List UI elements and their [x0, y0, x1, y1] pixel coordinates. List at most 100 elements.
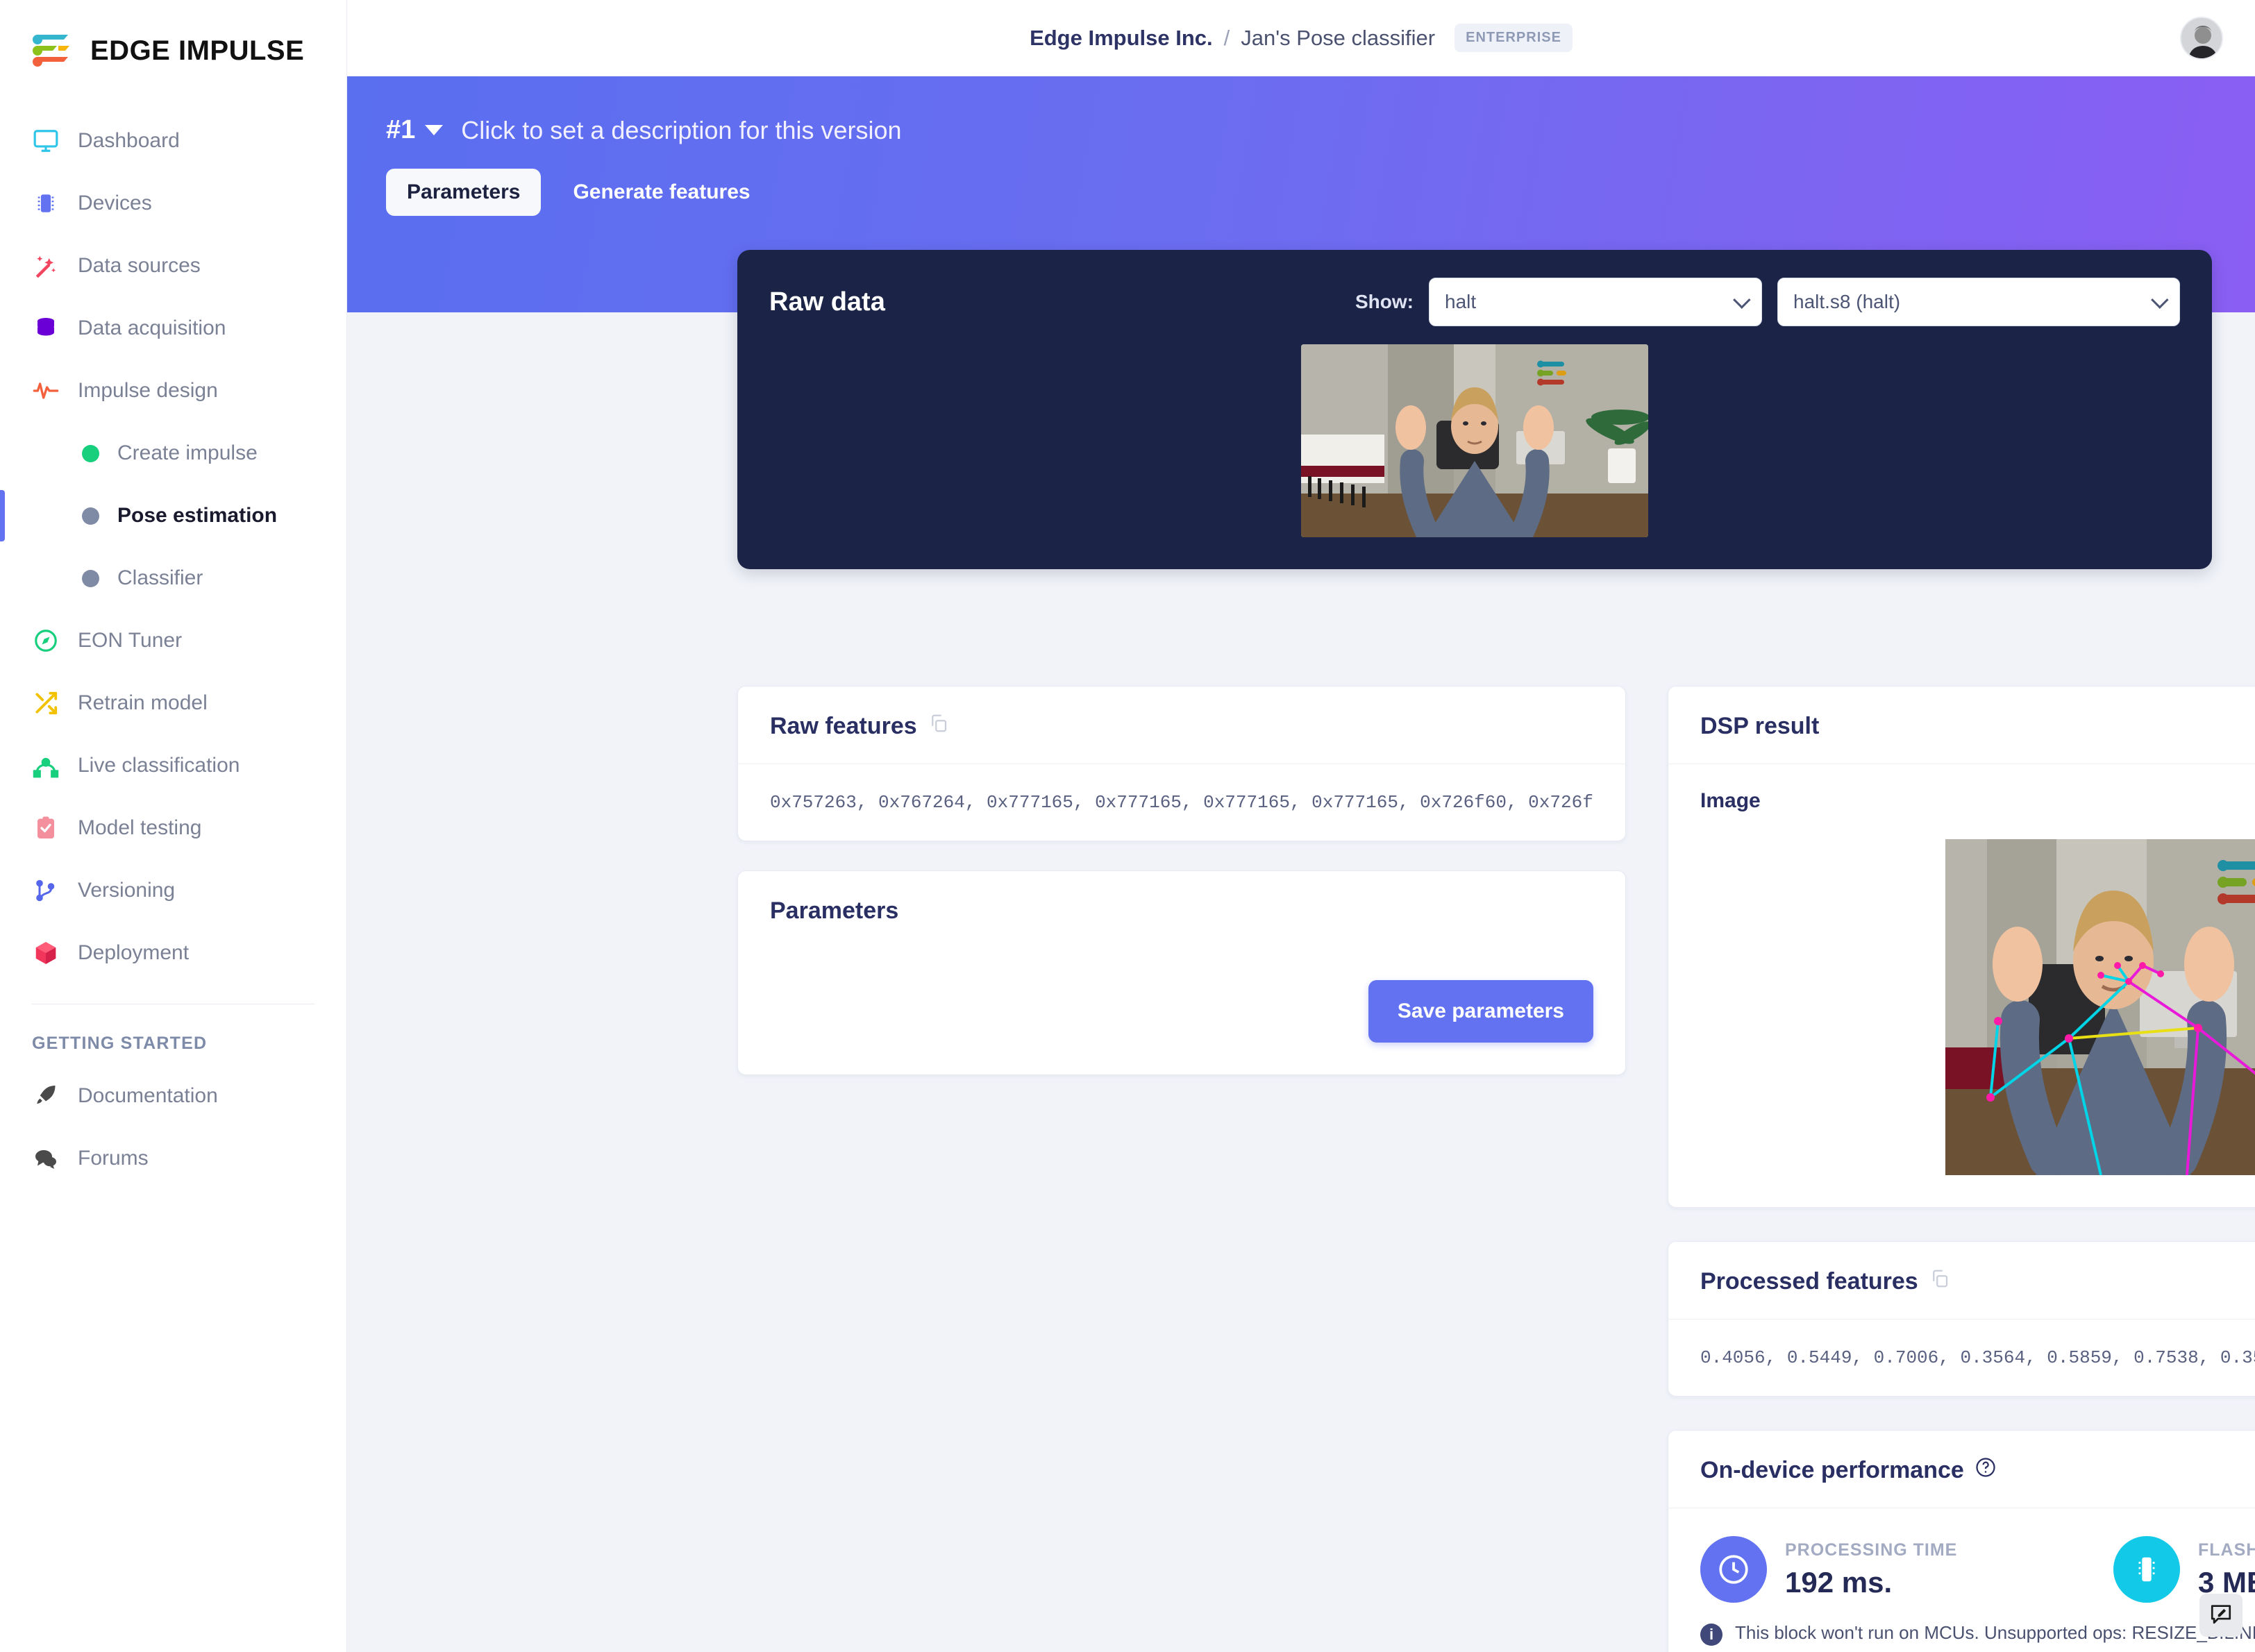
sidebar-item-label: Data sources: [78, 254, 201, 277]
avatar[interactable]: [2180, 16, 2223, 60]
sidebar-item-label: Data acquisition: [78, 317, 226, 339]
shuffle-icon: [32, 689, 60, 717]
sidebar-item-label: Devices: [78, 192, 152, 214]
raw-data-title: Raw data: [769, 287, 885, 317]
question-circle-icon[interactable]: [1975, 1457, 1996, 1484]
sidebar-subitem-create-impulse[interactable]: Create impulse: [0, 422, 346, 484]
unsupported-ops-text: This block won't run on MCUs. Unsupporte…: [1735, 1622, 2255, 1643]
chevron-down-icon: [2151, 291, 2169, 309]
sidebar-item-label: Impulse design: [78, 379, 218, 402]
chat-icon: [32, 1145, 60, 1172]
version-number: #1: [386, 115, 416, 144]
metric-processing-time: PROCESSING TIME 192 ms.: [1700, 1536, 2113, 1603]
raw-features-card: Raw features 0x757263, 0x767264, 0x77716…: [737, 686, 1626, 841]
sidebar-item-deployment[interactable]: Deployment: [0, 922, 346, 984]
label-select[interactable]: halt: [1429, 278, 1762, 326]
sidebar-item-impulse-design[interactable]: Impulse design: [0, 360, 346, 422]
sidebar-item-label: Retrain model: [78, 691, 208, 714]
chip-icon: [32, 189, 60, 217]
breadcrumb-org[interactable]: Edge Impulse Inc.: [1030, 26, 1213, 51]
sample-select[interactable]: halt.s8 (halt): [1777, 278, 2180, 326]
metric-text-flash-usage: FLASH USAGE 3 MB: [2198, 1540, 2255, 1599]
video-frame-hands-up-icon[interactable]: [1301, 344, 1648, 537]
version-row: #1 Click to set a description for this v…: [386, 115, 2255, 145]
sidebar-item-model-testing[interactable]: Model testing: [0, 797, 346, 859]
dsp-result-title: DSP result: [1700, 713, 1820, 739]
sidebar-item-label: Documentation: [78, 1084, 218, 1107]
metric-label: PROCESSING TIME: [1785, 1540, 1958, 1560]
unsupported-ops-note: i This block won't run on MCUs. Unsuppor…: [1668, 1622, 2255, 1652]
user-menu[interactable]: [2180, 16, 2223, 60]
sidebar-item-live-classification[interactable]: Live classification: [0, 734, 346, 797]
sidebar-item-label: Deployment: [78, 941, 190, 964]
parameters-title: Parameters: [770, 897, 899, 924]
cube-icon: [32, 939, 60, 967]
sidebar-item-data-sources[interactable]: Data sources: [0, 235, 346, 297]
raw-data-card: Raw data Show: halt halt.s8 (halt): [737, 250, 2212, 569]
version-description-placeholder[interactable]: Click to set a description for this vers…: [461, 116, 901, 145]
sidebar-item-devices[interactable]: Devices: [0, 172, 346, 235]
raw-features-title-row: Raw features: [770, 713, 1593, 740]
sidebar-item-retrain-model[interactable]: Retrain model: [0, 672, 346, 734]
sidebar-nav: Dashboard Devices Data sources Data acqu…: [0, 110, 346, 1190]
sidebar-item-forums[interactable]: Forums: [0, 1127, 346, 1190]
on-device-performance-card: On-device performance PROCESSING TIME 19…: [1668, 1430, 2255, 1652]
metric-flash-usage: FLASH USAGE 3 MB: [2113, 1536, 2255, 1603]
performance-metrics: PROCESSING TIME 192 ms. FLASH USAGE: [1668, 1508, 2255, 1622]
metric-text-processing-time: PROCESSING TIME 192 ms.: [1785, 1540, 1957, 1599]
status-dot-icon: [82, 444, 99, 462]
right-column: DSP result Image Processed features 0.40…: [1668, 686, 2255, 1652]
sample-select-value: halt.s8 (halt): [1793, 291, 1901, 312]
edge-impulse-logo-icon: [32, 31, 75, 71]
sidebar-item-label: Live classification: [78, 754, 240, 777]
dsp-image-label: Image: [1700, 789, 1761, 812]
processed-features-card: Processed features 0.4056, 0.5449, 0.700…: [1668, 1241, 2255, 1397]
sidebar-item-versioning[interactable]: Versioning: [0, 859, 346, 922]
parameters-card: Parameters Save parameters: [737, 870, 1626, 1075]
raw-features-body: 0x757263, 0x767264, 0x777165, 0x777165, …: [738, 764, 1625, 841]
performance-body: PROCESSING TIME 192 ms. FLASH USAGE: [1668, 1508, 2255, 1652]
breadcrumb: Edge Impulse Inc. / Jan's Pose classifie…: [1030, 24, 1573, 52]
sidebar-item-eon-tuner[interactable]: EON Tuner: [0, 609, 346, 672]
monitor-icon: [32, 127, 60, 155]
rocket-icon: [32, 1082, 60, 1110]
copy-icon[interactable]: [1929, 1268, 1950, 1295]
breadcrumb-project[interactable]: Jan's Pose classifier: [1241, 26, 1435, 51]
processed-features-title-row: Processed features: [1700, 1268, 2255, 1295]
dsp-image-wrap: [1668, 813, 2255, 1207]
sidebar-item-label: Versioning: [78, 879, 176, 902]
dsp-result-body: Image: [1668, 764, 2255, 1207]
pulse-icon: [32, 377, 60, 405]
save-parameters-button[interactable]: Save parameters: [1368, 980, 1593, 1043]
processed-features-values: 0.4056, 0.5449, 0.7006, 0.3564, 0.5859, …: [1700, 1347, 2255, 1368]
chevron-down-icon: [425, 125, 444, 135]
brand-name: EDGE IMPULSE: [90, 35, 305, 66]
tab-generate-features[interactable]: Generate features: [552, 169, 771, 216]
database-icon: [32, 314, 60, 342]
label-select-value: halt: [1445, 291, 1477, 312]
sidebar-item-data-acquisition[interactable]: Data acquisition: [0, 297, 346, 360]
sidebar-item-dashboard[interactable]: Dashboard: [0, 110, 346, 172]
version-selector[interactable]: #1: [386, 115, 444, 145]
plan-badge: ENTERPRISE: [1455, 24, 1573, 52]
chevron-down-icon: [1733, 291, 1751, 309]
breadcrumb-separator: /: [1223, 25, 1230, 50]
info-icon: i: [1700, 1624, 1722, 1646]
clock-icon: [1700, 1536, 1767, 1603]
feedback-button[interactable]: [2199, 1594, 2243, 1637]
sidebar-subitem-label: Classifier: [117, 566, 203, 589]
main-area: Edge Impulse Inc. / Jan's Pose classifie…: [347, 0, 2255, 1652]
app-root: EDGE IMPULSE Dashboard Devices Data sour: [0, 0, 2255, 1652]
processed-features-title: Processed features: [1700, 1268, 1918, 1295]
sidebar-subitem-classifier[interactable]: Classifier: [0, 547, 346, 609]
performance-title: On-device performance: [1700, 1457, 1964, 1483]
git-branch-icon: [32, 877, 60, 904]
sidebar-item-documentation[interactable]: Documentation: [0, 1065, 346, 1127]
top-bar: Edge Impulse Inc. / Jan's Pose classifie…: [347, 0, 2255, 76]
sidebar-item-label: Dashboard: [78, 129, 180, 152]
tab-parameters[interactable]: Parameters: [386, 169, 542, 216]
sidebar-subitem-pose-estimation[interactable]: Pose estimation: [0, 484, 346, 547]
processed-features-body: 0.4056, 0.5449, 0.7006, 0.3564, 0.5859, …: [1668, 1319, 2255, 1396]
brand-logo[interactable]: EDGE IMPULSE: [0, 0, 346, 92]
copy-icon[interactable]: [928, 713, 949, 740]
